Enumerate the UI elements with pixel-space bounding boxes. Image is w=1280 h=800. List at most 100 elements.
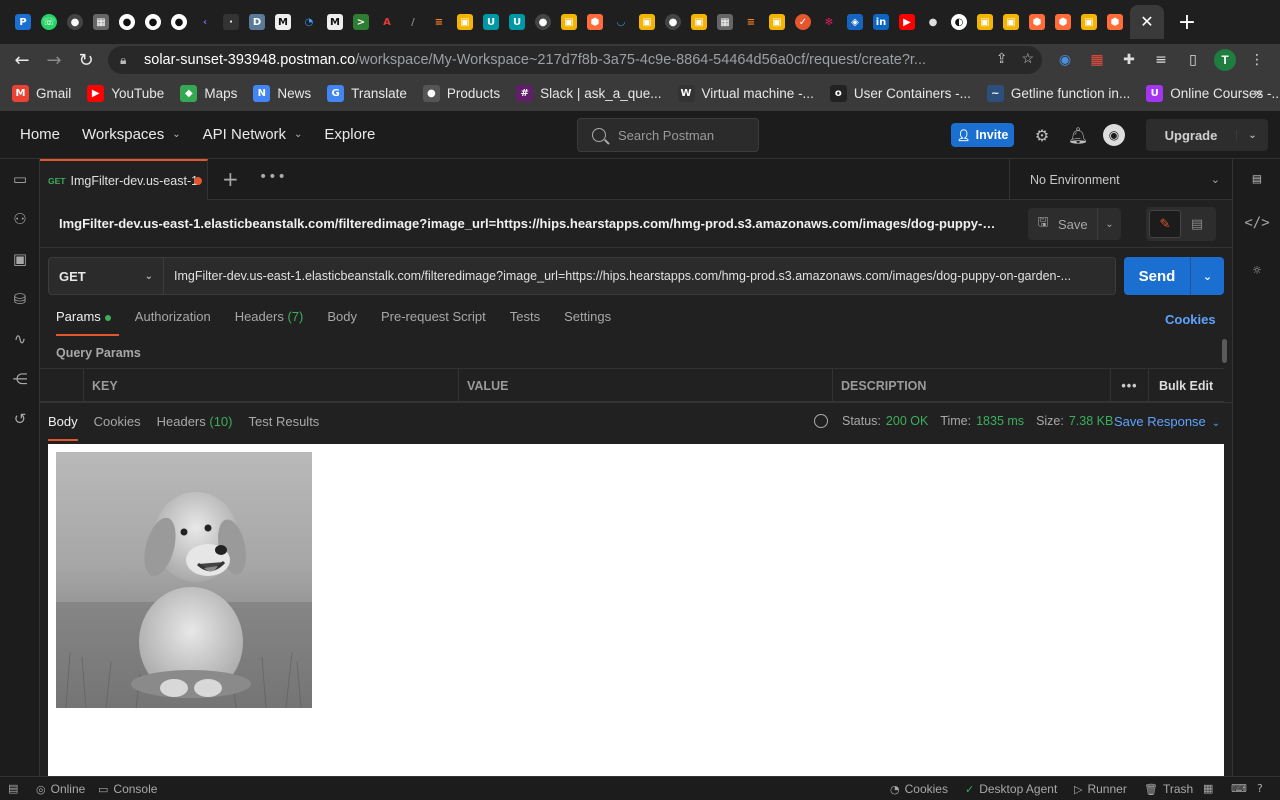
invite-button[interactable]: 👤︎ Invite: [951, 123, 1014, 147]
bookmark-item[interactable]: ● Products: [422, 85, 500, 102]
cookies-button[interactable]: ◔ Cookies: [890, 782, 948, 796]
browser-tab[interactable]: ≡: [738, 8, 764, 36]
browser-tab[interactable]: ●: [62, 8, 88, 36]
browser-tab[interactable]: in: [868, 8, 894, 36]
browser-tab[interactable]: >: [348, 8, 374, 36]
user-avatar-icon[interactable]: ◉: [1103, 124, 1125, 146]
chevron-down-icon[interactable]: ⌄: [1236, 129, 1268, 141]
response-tab-test-results[interactable]: Test Results: [249, 414, 320, 429]
help-icon[interactable]: ?: [1257, 782, 1268, 795]
browser-tab[interactable]: D: [244, 8, 270, 36]
monitors-icon[interactable]: ∿: [10, 329, 30, 349]
settings-gear-icon[interactable]: ⚙: [1031, 124, 1053, 146]
browser-tab[interactable]: ✓: [790, 8, 816, 36]
more-tabs-icon[interactable]: •••: [259, 169, 287, 185]
history-icon[interactable]: ↺: [10, 409, 30, 429]
bookmark-item[interactable]: N News: [253, 85, 311, 102]
url-omnibox[interactable]: 🔒︎ solar-sunset-393948.postman.co/worksp…: [108, 46, 1042, 74]
layout-icon[interactable]: ▦: [1203, 782, 1218, 795]
browser-tab[interactable]: ▦: [712, 8, 738, 36]
browser-tab[interactable]: ·: [218, 8, 244, 36]
tab-headers[interactable]: Headers (7): [235, 309, 304, 331]
browser-tab[interactable]: ▣: [972, 8, 998, 36]
bookmark-item[interactable]: ▶ YouTube: [87, 85, 164, 102]
browser-tab[interactable]: ▣: [452, 8, 478, 36]
reload-button[interactable]: ↻: [70, 44, 102, 76]
browser-tab[interactable]: ‹: [192, 8, 218, 36]
media-icon[interactable]: ≡: [1150, 49, 1172, 71]
nav-item-workspaces[interactable]: Workspaces ⌄: [82, 126, 181, 143]
new-tab-button[interactable]: +: [1172, 7, 1202, 37]
tab-prerequest-script[interactable]: Pre-request Script: [381, 309, 486, 331]
request-title[interactable]: ImgFilter-dev.us-east-1.elasticbeanstalk…: [59, 216, 999, 231]
response-tab-cookies[interactable]: Cookies: [94, 414, 141, 429]
chevron-down-icon[interactable]: ⌄: [1190, 257, 1224, 295]
toggle-sidebar-button[interactable]: ▤: [8, 782, 23, 795]
response-tab-body[interactable]: Body: [48, 414, 78, 441]
browser-tab[interactable]: ≡: [426, 8, 452, 36]
browser-tab[interactable]: M: [322, 8, 348, 36]
request-tab[interactable]: GET ImgFilter-dev.us-east-1: [40, 159, 208, 200]
request-url-input[interactable]: ImgFilter-dev.us-east-1.elasticbeanstalk…: [164, 257, 1116, 295]
bookmark-item[interactable]: M Gmail: [12, 85, 71, 102]
more-options-icon[interactable]: •••: [1111, 369, 1149, 403]
save-response-button[interactable]: Save Response ⌄: [1114, 414, 1220, 429]
console-button[interactable]: ▭ Console: [98, 782, 157, 796]
browser-tab[interactable]: ▦: [88, 8, 114, 36]
status-value[interactable]: 200 OK: [886, 414, 928, 428]
keyboard-shortcuts-icon[interactable]: ⌨: [1231, 782, 1252, 795]
browser-tab[interactable]: ▣: [1076, 8, 1102, 36]
back-button[interactable]: ←: [6, 44, 38, 76]
save-button[interactable]: 🖫︎ Save ⌄: [1028, 208, 1121, 240]
tab-authorization[interactable]: Authorization: [135, 309, 211, 331]
browser-tab[interactable]: M: [270, 8, 296, 36]
response-tab-headers[interactable]: Headers (10): [157, 414, 233, 429]
comment-icon[interactable]: ▤: [1181, 210, 1213, 238]
code-snippet-icon[interactable]: </>: [1244, 213, 1269, 233]
bookmark-item[interactable]: ◆ Maps: [180, 85, 237, 102]
chevron-down-icon[interactable]: ⌄: [1097, 208, 1121, 240]
browser-tab[interactable]: ●: [114, 8, 140, 36]
puzzle-icon[interactable]: ✚: [1118, 49, 1140, 71]
flows-icon[interactable]: ⋲: [10, 369, 30, 389]
browser-tab[interactable]: ◔: [296, 8, 322, 36]
mock-servers-icon[interactable]: ⛁: [10, 289, 30, 309]
size-value[interactable]: 7.38 KB: [1069, 414, 1113, 428]
browser-tab[interactable]: U: [504, 8, 530, 36]
globe-icon[interactable]: [814, 414, 828, 428]
browser-tab[interactable]: ●: [660, 8, 686, 36]
browser-tab[interactable]: ●: [166, 8, 192, 36]
scrollbar[interactable]: [1222, 339, 1227, 363]
nav-item-api-network[interactable]: API Network ⌄: [203, 126, 303, 143]
share-icon[interactable]: ⇪: [996, 50, 1008, 67]
tab-tests[interactable]: Tests: [510, 309, 540, 331]
bookmark-item[interactable]: ~ Getline function in...: [986, 85, 1130, 102]
more-bookmarks-icon[interactable]: »: [1254, 84, 1262, 100]
profile-avatar[interactable]: T: [1214, 49, 1236, 71]
browser-tab[interactable]: ▶: [894, 8, 920, 36]
browser-tab[interactable]: ⬢: [1102, 8, 1128, 36]
tab-settings[interactable]: Settings: [564, 309, 611, 331]
browser-tab[interactable]: ☏: [36, 8, 62, 36]
browser-tab[interactable]: ▣: [556, 8, 582, 36]
browser-tab[interactable]: ✻: [816, 8, 842, 36]
browser-tab[interactable]: /: [400, 8, 426, 36]
search-postman-input[interactable]: Search Postman: [577, 118, 759, 152]
browser-tab[interactable]: U: [478, 8, 504, 36]
tab-params[interactable]: Params: [56, 309, 119, 336]
forward-button[interactable]: →: [38, 44, 70, 76]
extension-icon[interactable]: ▦: [1086, 49, 1108, 71]
runner-button[interactable]: ▷ Runner: [1074, 782, 1127, 796]
browser-tab[interactable]: ▣: [686, 8, 712, 36]
environment-selector[interactable]: No Environment ⌄: [1009, 159, 1232, 200]
lightbulb-icon[interactable]: ☼: [1247, 261, 1267, 281]
online-status[interactable]: ◎ Online: [36, 782, 85, 796]
nav-item-home[interactable]: Home: [20, 126, 60, 143]
active-tab-close-button[interactable]: ✕: [1130, 5, 1164, 39]
browser-tab[interactable]: ◡: [608, 8, 634, 36]
bookmark-item[interactable]: W Virtual machine -...: [677, 85, 814, 102]
notification-bell-icon[interactable]: 🔔︎: [1067, 124, 1089, 146]
sidepanel-icon[interactable]: ▯: [1182, 49, 1204, 71]
new-request-tab-button[interactable]: +: [222, 167, 239, 191]
edit-pencil-icon[interactable]: ✎: [1149, 210, 1181, 238]
